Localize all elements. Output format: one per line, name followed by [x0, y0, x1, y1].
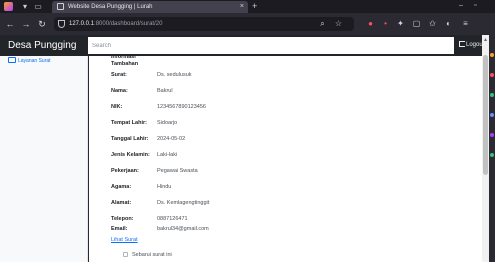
tab-list-icon[interactable]: ▾ — [20, 1, 30, 12]
field-value: Hindu — [157, 184, 172, 190]
translate-icon[interactable]: ⌕ — [318, 19, 327, 28]
extension-red-icon[interactable]: ● — [366, 19, 375, 28]
field-label: Nama: — [111, 88, 128, 94]
sidebar-app-icon[interactable] — [490, 73, 494, 77]
field-value: Ds. sedulusuk — [157, 72, 192, 78]
security-shield-icon — [58, 20, 65, 28]
logout-button[interactable]: Logout — [459, 40, 484, 50]
extensions-icon[interactable]: ✦ — [396, 19, 405, 28]
field-label: Agama: — [111, 184, 132, 190]
sidebar-item-layanan-surat[interactable]: Layanan Surat — [8, 57, 51, 65]
detail-row: Email: bakrul34@gmail.com — [111, 225, 411, 233]
tab-close-icon[interactable]: × — [240, 1, 244, 12]
detail-row: Telepon: 0887126471 — [111, 215, 411, 223]
url-text[interactable]: 127.0.0.1:8000/dashboard/surat/20 — [69, 18, 162, 30]
detail-row: Tempat Lahir: Sidoarjo — [111, 119, 411, 127]
tab-overview-icon[interactable]: ▭ — [33, 1, 43, 12]
back-icon[interactable]: ← — [5, 19, 15, 29]
field-label: Jenis Kelamin: — [111, 152, 150, 158]
update-letter-checkbox[interactable] — [123, 252, 128, 257]
sidebar: Layanan Surat — [0, 56, 88, 262]
account-icon[interactable]: ◐ — [444, 19, 453, 28]
maximize-icon[interactable]: ▫ — [474, 0, 476, 12]
menu-icon[interactable]: ≡ — [461, 19, 470, 28]
browser-toolbar: ← → ↻ 127.0.0.1:8000/dashboard/surat/20 … — [0, 13, 495, 35]
field-value: Laki-laki — [157, 152, 178, 158]
sidebar-app-icon[interactable] — [490, 53, 494, 57]
field-label: Surat: — [111, 72, 127, 78]
field-value: Pegawai Swasta — [157, 168, 198, 174]
detail-row: Alamat: Ds. Kemlagengtinggit — [111, 199, 411, 207]
field-value: Bakrul — [157, 88, 173, 94]
field-value: bakrul34@gmail.com — [157, 226, 209, 232]
sidebar-app-icon[interactable] — [490, 133, 494, 137]
browser-tab-strip: ▾ ▭ Website Desa Pungging | Lurah × + – … — [0, 0, 495, 13]
address-bar[interactable]: 127.0.0.1:8000/dashboard/surat/20 — [54, 17, 354, 31]
sidebar-app-icon[interactable] — [490, 93, 494, 97]
detail-row: Pekerjaan: Pegawai Swasta — [111, 167, 411, 175]
field-label: Tempat Lahir: — [111, 120, 147, 126]
field-label: Tanggal Lahir: — [111, 136, 149, 142]
scroll-up-icon[interactable]: ▲ — [483, 37, 488, 43]
search-input[interactable] — [88, 37, 454, 54]
browser-tab-active[interactable]: Website Desa Pungging | Lurah × — [52, 1, 248, 13]
view-letter-link[interactable]: Lihat Surat — [111, 236, 138, 244]
detail-row: Jenis Kelamin: Laki-laki — [111, 151, 411, 159]
sidebar-item-label: Layanan Surat — [18, 58, 51, 64]
sidebar-app-icon[interactable] — [490, 113, 494, 117]
minimize-icon[interactable]: – — [459, 0, 463, 12]
scrollbar-thumb[interactable] — [483, 55, 488, 175]
field-value: 1234567890123456 — [157, 104, 206, 110]
detail-panel: Informasi Tambahan Surat: Ds. sedulusuk … — [89, 56, 482, 262]
logout-icon — [459, 41, 465, 47]
field-label: Pekerjaan: — [111, 168, 139, 174]
field-label: Email: — [111, 226, 128, 232]
browser-logo-icon — [4, 2, 13, 11]
update-letter-checkbox-row[interactable]: Sebarui surat ini — [123, 251, 172, 259]
forward-icon[interactable]: → — [21, 19, 31, 29]
section-heading: Informasi Tambahan — [111, 56, 139, 67]
window-icon[interactable]: ▢ — [412, 19, 421, 28]
browser-sidebar-strip — [489, 35, 495, 262]
field-label: Alamat: — [111, 200, 132, 206]
field-value: Ds. Kemlagengtinggit — [157, 200, 210, 206]
detail-row: Tanggal Lahir: 2024-05-02 — [111, 135, 411, 143]
app-header: Desa Pungging Logout — [0, 35, 484, 56]
detail-row: Agama: Hindu — [111, 183, 411, 191]
field-value: Sidoarjo — [157, 120, 178, 126]
bookmark-star-icon[interactable]: ☆ — [334, 19, 343, 28]
reload-icon[interactable]: ↻ — [37, 19, 47, 29]
tab-title: Website Desa Pungging | Lurah — [68, 4, 153, 10]
brand-title[interactable]: Desa Pungging — [8, 39, 76, 52]
page-scrollbar[interactable]: ▲ — [482, 35, 489, 262]
detail-row: Surat: Ds. sedulusuk — [111, 71, 411, 79]
new-tab-button[interactable]: + — [252, 0, 257, 12]
field-value: 0887126471 — [157, 216, 188, 222]
star-list-icon[interactable]: ✩ — [428, 19, 437, 28]
detail-row: NIK: 1234567890123456 — [111, 103, 411, 111]
field-value: 2024-05-02 — [157, 136, 186, 142]
envelope-icon — [8, 57, 16, 63]
extension-red-small-icon[interactable]: • — [381, 19, 390, 28]
field-label: NIK: — [111, 104, 123, 110]
detail-row: Nama: Bakrul — [111, 87, 411, 95]
checkbox-label: Sebarui surat ini — [132, 252, 172, 258]
sidebar-app-icon[interactable] — [490, 153, 494, 157]
page-favicon-icon — [57, 3, 64, 10]
field-label: Telepon: — [111, 216, 134, 222]
